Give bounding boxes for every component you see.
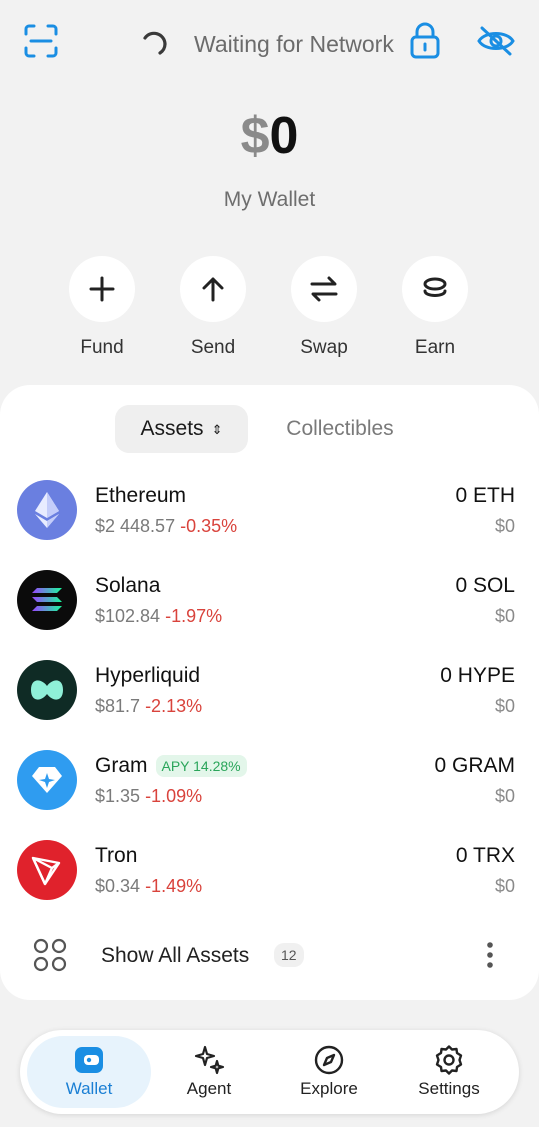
nav-explore-label: Explore <box>300 1079 358 1098</box>
asset-tabs: Assets ⇕ Collectibles <box>0 405 539 453</box>
asset-price: $2 448.57 -0.35% <box>95 516 237 537</box>
asset-amount: 0 SOL <box>455 574 515 597</box>
show-all-assets-button[interactable]: Show All Assets 12 <box>0 925 539 985</box>
earn-label: Earn <box>414 337 456 358</box>
asset-price: $0.34 -1.49% <box>95 876 202 897</box>
nav-explore[interactable]: Explore <box>267 1036 391 1108</box>
price-change: -0.35% <box>180 516 238 536</box>
eye-off-icon[interactable] <box>475 24 517 58</box>
send-button[interactable]: Send <box>163 256 263 359</box>
asset-name-text: Hyperliquid <box>95 664 201 687</box>
tab-collectibles[interactable]: Collectibles <box>270 405 410 453</box>
show-all-label: Show All Assets <box>101 944 250 967</box>
tab-assets[interactable]: Assets ⇕ <box>115 405 248 453</box>
more-vertical-icon[interactable] <box>478 939 502 971</box>
asset-usd-value: $0 <box>494 786 515 806</box>
currency-symbol: $ <box>240 107 270 165</box>
asset-row-gram[interactable]: Gram APY 14.28% $1.35 -1.09% 0 GRAM $0 <box>0 750 539 840</box>
price-value: $2 448.57 <box>95 516 176 536</box>
assets-sheet: Assets ⇕ Collectibles Ethereum $2 448.57… <box>0 385 539 1000</box>
asset-row-tron[interactable]: Tron $0.34 -1.49% 0 TRX $0 <box>0 840 539 930</box>
asset-usd-value: $0 <box>494 606 515 626</box>
price-change: -1.49% <box>145 876 203 896</box>
balance-value: 0 <box>269 107 299 165</box>
asset-row-ethereum[interactable]: Ethereum $2 448.57 -0.35% 0 ETH $0 <box>0 480 539 570</box>
asset-name: Solana <box>95 574 160 598</box>
top-bar: Waiting for Network <box>0 0 539 86</box>
asset-name: Tron <box>95 844 137 868</box>
price-value: $1.35 <box>95 786 141 806</box>
hyperliquid-icon <box>17 660 77 720</box>
nav-settings-label: Settings <box>418 1079 480 1098</box>
spinner-icon <box>140 29 170 59</box>
compass-icon <box>313 1044 345 1076</box>
price-change: -1.97% <box>165 606 223 626</box>
asset-amount: 0 HYPE <box>440 664 515 687</box>
coins-icon <box>402 256 468 322</box>
balance-amount: $0 <box>0 104 539 168</box>
asset-amount: 0 GRAM <box>434 754 515 777</box>
asset-price: $81.7 -2.13% <box>95 696 202 717</box>
asset-usd-value: $0 <box>494 696 515 716</box>
nav-settings[interactable]: Settings <box>387 1036 511 1108</box>
asset-name-text: Gram <box>95 754 148 777</box>
asset-name-text: Solana <box>95 574 161 597</box>
asset-amount: 0 TRX <box>455 844 515 867</box>
asset-price: $102.84 -1.97% <box>95 606 222 627</box>
gear-icon <box>433 1044 465 1076</box>
earn-button[interactable]: Earn <box>385 256 485 359</box>
arrow-up-icon <box>180 256 246 322</box>
asset-name: Gram APY 14.28% <box>95 754 247 778</box>
asset-name-text: Ethereum <box>95 484 187 507</box>
price-change: -2.13% <box>145 696 203 716</box>
asset-name-text: Tron <box>95 844 138 867</box>
swap-icon <box>291 256 357 322</box>
fund-label: Fund <box>80 337 124 358</box>
ethereum-icon <box>17 480 77 540</box>
network-status: Waiting for Network <box>140 26 394 62</box>
sort-icon: ⇕ <box>211 421 223 437</box>
nav-wallet-label: Wallet <box>65 1079 113 1098</box>
asset-name: Hyperliquid <box>95 664 200 688</box>
scan-icon[interactable] <box>22 22 60 60</box>
apy-badge: APY 14.28% <box>155 755 247 777</box>
price-value: $102.84 <box>95 606 161 626</box>
tron-icon <box>17 840 77 900</box>
price-change: -1.09% <box>145 786 203 806</box>
plus-icon <box>69 256 135 322</box>
send-label: Send <box>190 337 236 358</box>
solana-icon <box>17 570 77 630</box>
status-text: Waiting for Network <box>194 30 394 57</box>
quick-actions: Fund Send Swap Earn <box>0 256 539 366</box>
bottom-nav: Wallet Agent Explore Settings <box>20 1030 519 1114</box>
lock-icon[interactable] <box>407 22 443 60</box>
tab-assets-label: Assets <box>140 417 204 440</box>
asset-usd-value: $0 <box>494 516 515 536</box>
wallet-name[interactable]: My Wallet <box>0 188 539 212</box>
asset-row-solana[interactable]: Solana $102.84 -1.97% 0 SOL $0 <box>0 570 539 660</box>
asset-amount: 0 ETH <box>455 484 515 507</box>
nav-wallet[interactable]: Wallet <box>27 1036 151 1108</box>
asset-price: $1.35 -1.09% <box>95 786 202 807</box>
swap-button[interactable]: Swap <box>274 256 374 359</box>
fund-button[interactable]: Fund <box>52 256 152 359</box>
gram-icon <box>17 750 77 810</box>
swap-label: Swap <box>300 337 348 358</box>
nav-agent-label: Agent <box>186 1079 232 1098</box>
price-value: $81.7 <box>95 696 141 716</box>
asset-name: Ethereum <box>95 484 186 508</box>
nav-agent[interactable]: Agent <box>147 1036 271 1108</box>
asset-row-hyperliquid[interactable]: Hyperliquid $81.7 -2.13% 0 HYPE $0 <box>0 660 539 750</box>
asset-count-badge: 12 <box>274 943 304 967</box>
asset-usd-value: $0 <box>494 876 515 896</box>
price-value: $0.34 <box>95 876 141 896</box>
wallet-icon <box>73 1044 105 1076</box>
grid-icon <box>32 937 68 973</box>
sparkles-icon <box>193 1044 225 1076</box>
